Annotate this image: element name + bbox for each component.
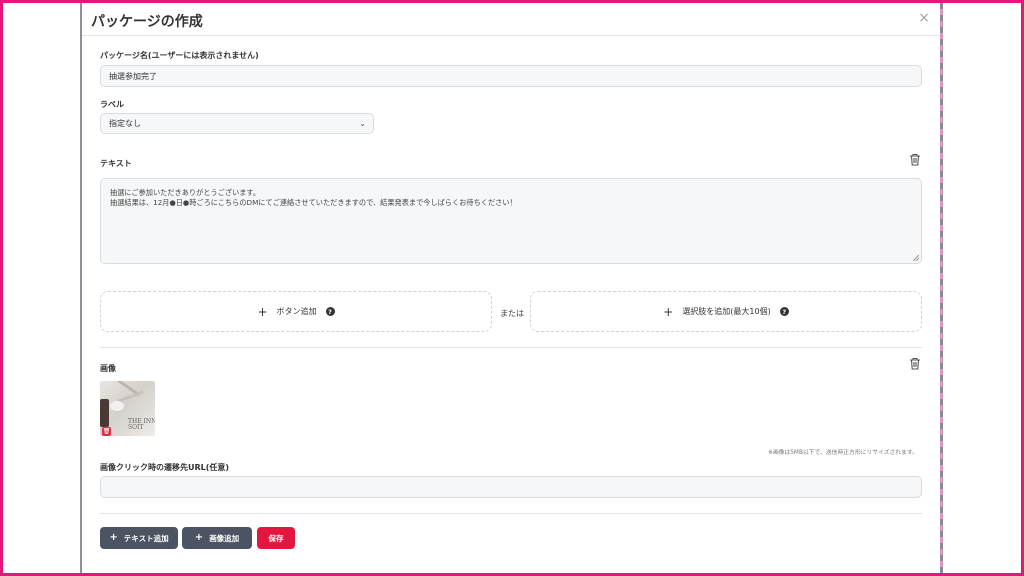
modal-edge-right xyxy=(940,3,943,573)
image-url-input[interactable] xyxy=(100,476,922,498)
add-text-button[interactable]: + テキスト追加 xyxy=(100,527,178,549)
trash-icon[interactable] xyxy=(909,153,921,166)
add-text-label: テキスト追加 xyxy=(123,533,169,543)
add-choice-label: 選択肢を追加(最大10個) xyxy=(682,307,771,316)
trash-icon[interactable] xyxy=(909,357,921,370)
create-package-modal: パッケージの作成 × パッケージ名(ユーザーには表示されません) 抽選参加完了 … xyxy=(82,3,940,571)
plus-icon: + xyxy=(257,304,268,319)
text-line-1: 抽選にご参加いただきありがとうございます。 xyxy=(110,188,261,197)
plus-icon: + xyxy=(194,532,204,543)
plus-icon: + xyxy=(109,532,118,543)
modal-header: パッケージの作成 × xyxy=(82,3,940,36)
package-name-value: 抽選参加完了 xyxy=(109,71,157,81)
divider xyxy=(100,513,922,514)
package-name-input[interactable]: 抽選参加完了 xyxy=(100,65,922,87)
divider xyxy=(100,347,922,348)
modal-backdrop-left[interactable] xyxy=(3,3,81,573)
label-field-label: ラベル xyxy=(100,100,124,109)
modal-backdrop-right[interactable] xyxy=(940,3,1021,573)
add-button-label: ボタン追加 xyxy=(276,307,317,316)
chevron-down-icon: ⌄ xyxy=(359,119,366,128)
add-choice-box[interactable]: + 選択肢を追加(最大10個) ? xyxy=(530,291,922,332)
resize-handle[interactable] xyxy=(913,255,919,261)
text-line-2: 抽選結果は、12月●日●時ごろにこちらのDMにてご連絡させていただきますので、結… xyxy=(110,198,517,207)
text-message-textarea[interactable]: 抽選にご参加いただきありがとうございます。 抽選結果は、12月●日●時ごろにこち… xyxy=(100,178,922,264)
bottle-shape xyxy=(100,399,109,427)
label-select-value: 指定なし xyxy=(109,119,141,128)
text-section-label: テキスト xyxy=(100,159,132,168)
question-circle-icon[interactable]: ? xyxy=(325,307,335,316)
thumbnail-brand-text: THE INN SOIT xyxy=(128,418,155,431)
or-text: または xyxy=(500,309,524,318)
save-button[interactable]: 保存 xyxy=(257,527,295,549)
plus-icon: + xyxy=(663,304,674,319)
remove-image-icon[interactable]: 🗑 xyxy=(102,427,111,436)
question-circle-icon[interactable]: ? xyxy=(779,307,789,316)
package-name-label: パッケージ名(ユーザーには表示されません) xyxy=(100,51,259,60)
add-image-label: 画像追加 xyxy=(209,533,240,543)
add-button-box[interactable]: + ボタン追加 ? xyxy=(100,291,492,332)
close-icon[interactable]: × xyxy=(918,10,930,26)
image-section-label: 画像 xyxy=(100,364,116,373)
image-url-label: 画像クリック時の遷移先URL(任意) xyxy=(100,463,230,472)
modal-title: パッケージの作成 xyxy=(91,14,203,30)
image-size-note: ※画像は5MB以下で、送信時正方形にリサイズされます。 xyxy=(768,450,918,456)
add-image-button[interactable]: + 画像追加 xyxy=(182,527,252,549)
label-select[interactable]: 指定なし ⌄ xyxy=(100,113,374,134)
